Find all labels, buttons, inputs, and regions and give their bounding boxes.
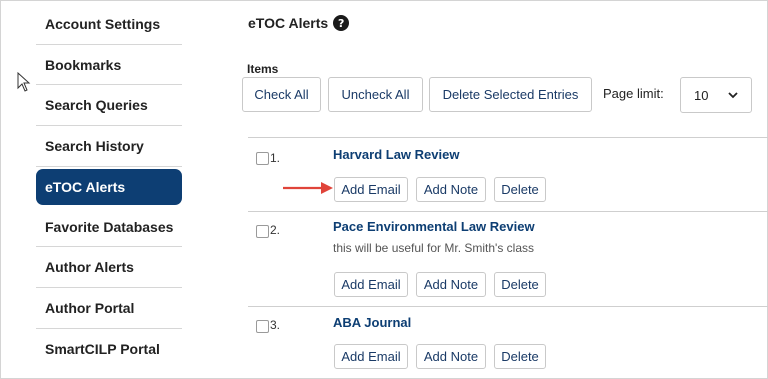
row-divider xyxy=(248,137,768,138)
entry-title[interactable]: Harvard Law Review xyxy=(333,147,459,162)
add-note-button[interactable]: Add Note xyxy=(416,272,486,297)
entry-title[interactable]: ABA Journal xyxy=(333,315,411,330)
entry-checkbox[interactable] xyxy=(256,152,269,165)
row-divider xyxy=(248,211,768,212)
entry-number: 1. xyxy=(270,151,281,165)
page-title: eTOC Alerts ? xyxy=(248,15,350,31)
sidebar-item-favorite-databases[interactable]: Favorite Databases xyxy=(36,207,182,248)
entry-number: 3. xyxy=(270,318,281,332)
page-title-text: eTOC Alerts xyxy=(248,15,329,31)
entry-note: this will be useful for Mr. Smith's clas… xyxy=(333,241,535,255)
row-divider xyxy=(248,306,768,307)
entry-checkbox[interactable] xyxy=(256,225,269,238)
add-email-button[interactable]: Add Email xyxy=(334,177,408,202)
uncheck-all-button[interactable]: Uncheck All xyxy=(328,77,423,112)
page-limit-select[interactable]: 10 xyxy=(680,77,752,113)
page-limit-label: Page limit: xyxy=(603,86,664,101)
sidebar-item-author-alerts[interactable]: Author Alerts xyxy=(36,247,182,289)
add-note-button[interactable]: Add Note xyxy=(416,344,486,369)
delete-selected-entries-button[interactable]: Delete Selected Entries xyxy=(429,77,592,112)
sidebar-item-smartcilp-portal[interactable]: SmartCILP Portal xyxy=(36,329,182,370)
page-limit-value: 10 xyxy=(694,87,709,103)
add-note-button[interactable]: Add Note xyxy=(416,177,486,202)
check-all-button[interactable]: Check All xyxy=(242,77,321,112)
sidebar-item-label: Author Alerts xyxy=(45,259,134,276)
annotation-arrow-icon xyxy=(283,182,333,194)
sidebar-item-author-portal[interactable]: Author Portal xyxy=(36,288,182,329)
sidebar-item-label: eTOC Alerts xyxy=(45,178,126,195)
entry-title[interactable]: Pace Environmental Law Review xyxy=(333,219,535,234)
sidebar-item-label: Author Portal xyxy=(45,299,135,316)
sidebar-item-bookmarks[interactable]: Bookmarks xyxy=(36,45,182,86)
question-circle-icon[interactable]: ? xyxy=(333,15,350,31)
delete-button[interactable]: Delete xyxy=(494,272,546,297)
items-label: Items xyxy=(247,62,279,76)
sidebar-item-etoc-alerts[interactable]: eTOC Alerts xyxy=(36,168,182,205)
sidebar-item-label: Account Settings xyxy=(45,15,161,32)
entry-number: 2. xyxy=(270,223,281,237)
mouse-cursor-icon xyxy=(17,72,31,92)
sidebar-item-label: Favorite Databases xyxy=(45,218,174,235)
delete-button[interactable]: Delete xyxy=(494,344,546,369)
sidebar-item-account-settings[interactable]: Account Settings xyxy=(36,4,182,45)
chevron-down-icon xyxy=(728,92,738,99)
sidebar-item-label: SmartCILP Portal xyxy=(45,341,160,358)
add-email-button[interactable]: Add Email xyxy=(334,344,408,369)
entry-checkbox[interactable] xyxy=(256,320,269,333)
add-email-button[interactable]: Add Email xyxy=(334,272,408,297)
sidebar-item-label: Search History xyxy=(45,137,144,154)
sidebar-item-search-queries[interactable]: Search Queries xyxy=(36,85,182,127)
sidebar-item-label: Search Queries xyxy=(45,97,148,114)
sidebar-item-search-history[interactable]: Search History xyxy=(36,126,182,167)
sidebar-item-label: Bookmarks xyxy=(45,56,122,73)
sidebar-nav: Account Settings Bookmarks Search Querie… xyxy=(36,4,182,370)
delete-button[interactable]: Delete xyxy=(494,177,546,202)
